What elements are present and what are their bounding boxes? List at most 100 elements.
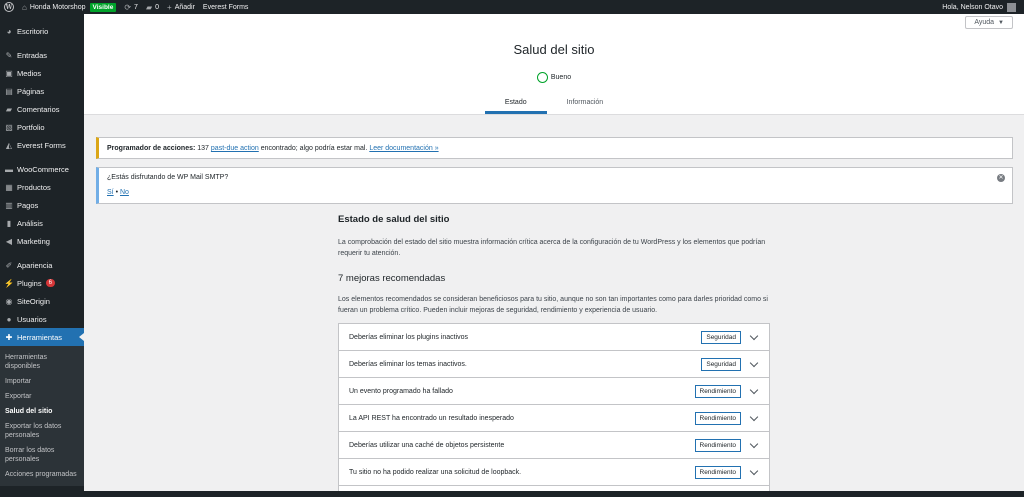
plus-icon: + [167,2,172,12]
submenu-exportar-datos[interactable]: Exportar los datos personales [0,419,84,443]
documentation-link[interactable]: Leer documentación » [369,145,438,152]
help-button[interactable]: Ayuda ▼ [965,16,1013,29]
status-label: Bueno [550,74,572,81]
caret-down-icon: ▼ [998,19,1004,26]
submenu-exportar[interactable]: Exportar [0,389,84,404]
pin-icon: ✎ [5,50,13,60]
sidebar-item-analisis[interactable]: ▮ Análisis [0,214,84,232]
sidebar-item-escritorio[interactable]: ◕ Escritorio [0,22,84,40]
sidebar-item-siteorigin[interactable]: ◉ SiteOrigin [0,292,84,310]
health-tabs: Estado Información [84,99,1024,114]
sidebar-item-paginas[interactable]: ▤ Páginas [0,82,84,100]
chevron-down-icon [749,466,759,475]
submenu-borrar-datos[interactable]: Borrar los datos personales [0,443,84,467]
comment-icon: ▰ [5,104,13,114]
submenu-herramientas-disponibles[interactable]: Herramientas disponibles [0,350,84,374]
home-icon: ⌂ [22,2,27,12]
account-menu[interactable]: Hola, Nelson Otavo [938,0,1024,14]
notice-title: Programador de acciones: [107,145,196,152]
dismiss-icon[interactable]: ✕ [997,174,1005,182]
tab-informacion[interactable]: Información [547,99,624,114]
sidebar-item-label: WooCommerce [17,164,69,174]
accordion-row[interactable]: La API REST ha encontrado un resultado i… [339,405,769,432]
sidebar-item-marketing[interactable]: ◀ Marketing [0,232,84,250]
issue-label: Tu sitio no ha podido realizar una solic… [349,468,522,476]
plugin-icon: ⚡ [4,278,14,288]
help-button-label: Ayuda [974,19,995,26]
submenu-salud-del-sitio[interactable]: Salud del sitio [0,404,84,419]
accordion-row[interactable]: Deberías eliminar los plugins inactivos … [339,324,769,351]
sidebar-item-pagos[interactable]: ▥ Pagos [0,196,84,214]
chevron-down-icon [749,412,759,421]
issue-label: Deberías eliminar los temas inactivos. [349,360,467,368]
issue-label: Un evento programado ha fallado [349,387,453,395]
recommended-title: 7 mejoras recomendadas [338,273,446,284]
sidebar-item-plugins[interactable]: ⚡ Plugins 6 [0,274,84,292]
sidebar-item-label: Pagos [17,200,39,210]
site-health-header: Salud del sitio Bueno Estado Información [84,14,1024,115]
admin-bar: W ⌂ Honda Motorshop Visible ⟳ 7 ▰ 0 + Añ… [0,0,1024,14]
updates-icon: ⟳ [124,2,132,12]
sidebar-item-label: Productos [17,182,51,192]
greeting: Hola, Nelson Otavo [942,3,1003,11]
sidebar-item-apariencia[interactable]: ✐ Apariencia [0,256,84,274]
sidebar-item-woocommerce[interactable]: ▬ WooCommerce [0,160,84,178]
recommendations-accordion: Deberías eliminar los plugins inactivos … [338,323,770,497]
sidebar-item-label: Plugins [17,278,42,288]
sidebar-item-productos[interactable]: ▦ Productos [0,178,84,196]
section-title: Estado de salud del sitio [338,214,450,225]
site-name-menu[interactable]: ⌂ Honda Motorshop Visible [18,0,120,14]
tab-estado[interactable]: Estado [484,99,547,114]
submenu-importar[interactable]: Importar [0,374,84,389]
sidebar-item-entradas[interactable]: ✎ Entradas [0,46,84,64]
add-new-menu[interactable]: + Añadir [163,0,199,14]
chevron-down-icon [749,358,759,367]
tools-submenu: Herramientas disponibles Importar Export… [0,346,84,486]
plugins-update-badge: 6 [45,279,55,287]
issue-badge: Rendimiento [694,411,741,425]
accordion-row[interactable]: Deberías eliminar los temas inactivos. S… [339,351,769,378]
comments-count: 0 [155,3,160,11]
sidebar-item-medios[interactable]: ▣ Medios [0,64,84,82]
issue-badge: Rendimiento [694,384,741,398]
site-name: Honda Motorshop [29,3,86,11]
chevron-down-icon [749,439,759,448]
sidebar-item-label: Apariencia [17,260,53,270]
accordion-row[interactable]: Un evento programado ha fallado Rendimie… [339,378,769,405]
wordpress-logo-menu[interactable]: W [0,0,18,14]
woo-icon: ▬ [5,164,13,174]
accordion-row[interactable]: Deberías utilizar una caché de objetos p… [339,432,769,459]
chevron-down-icon [749,331,759,340]
link-separator: • [115,189,119,196]
portfolio-icon: ▧ [5,122,13,132]
sidebar-item-usuarios[interactable]: ● Usuarios [0,310,84,328]
comments-menu[interactable]: ▰ 0 [142,0,163,14]
everest-forms-menu[interactable]: Everest Forms [199,0,253,14]
sidebar-item-label: Comentarios [17,104,60,114]
sidebar-item-comentarios[interactable]: ▰ Comentarios [0,100,84,118]
forms-icon: ◭ [5,140,13,150]
sidebar-item-label: Everest Forms [17,140,66,150]
wordpress-logo-icon: W [4,2,14,12]
yes-link[interactable]: Sí [107,189,114,196]
notice-question: ¿Estás disfrutando de WP Mail SMTP? [107,174,229,181]
sidebar-item-herramientas[interactable]: ✚ Herramientas [0,328,84,346]
no-link[interactable]: No [120,189,129,196]
issue-label: Deberías eliminar los plugins inactivos [349,333,469,341]
accordion-row[interactable]: Tu sitio no ha podido realizar una solic… [339,459,769,486]
page-title: Salud del sitio [513,42,595,57]
dashboard-icon: ◕ [6,26,12,36]
submenu-acciones-programadas[interactable]: Acciones programadas [0,467,84,482]
status-circle-icon [536,72,548,83]
updates-menu[interactable]: ⟳ 7 [120,0,142,14]
sidebar-item-everest-forms[interactable]: ◭ Everest Forms [0,136,84,154]
page-icon: ▤ [5,86,13,96]
sidebar-item-label: Medios [17,68,42,78]
avatar [1007,2,1016,12]
megaphone-icon: ◀ [5,236,13,246]
past-due-link[interactable]: past-due action [211,145,259,152]
sidebar-item-label: Portfolio [17,122,45,132]
sidebar-item-portfolio[interactable]: ▧ Portfolio [0,118,84,136]
add-new-label: Añadir [174,3,195,11]
main-content: Salud del sitio Bueno Estado Información… [84,14,1024,497]
